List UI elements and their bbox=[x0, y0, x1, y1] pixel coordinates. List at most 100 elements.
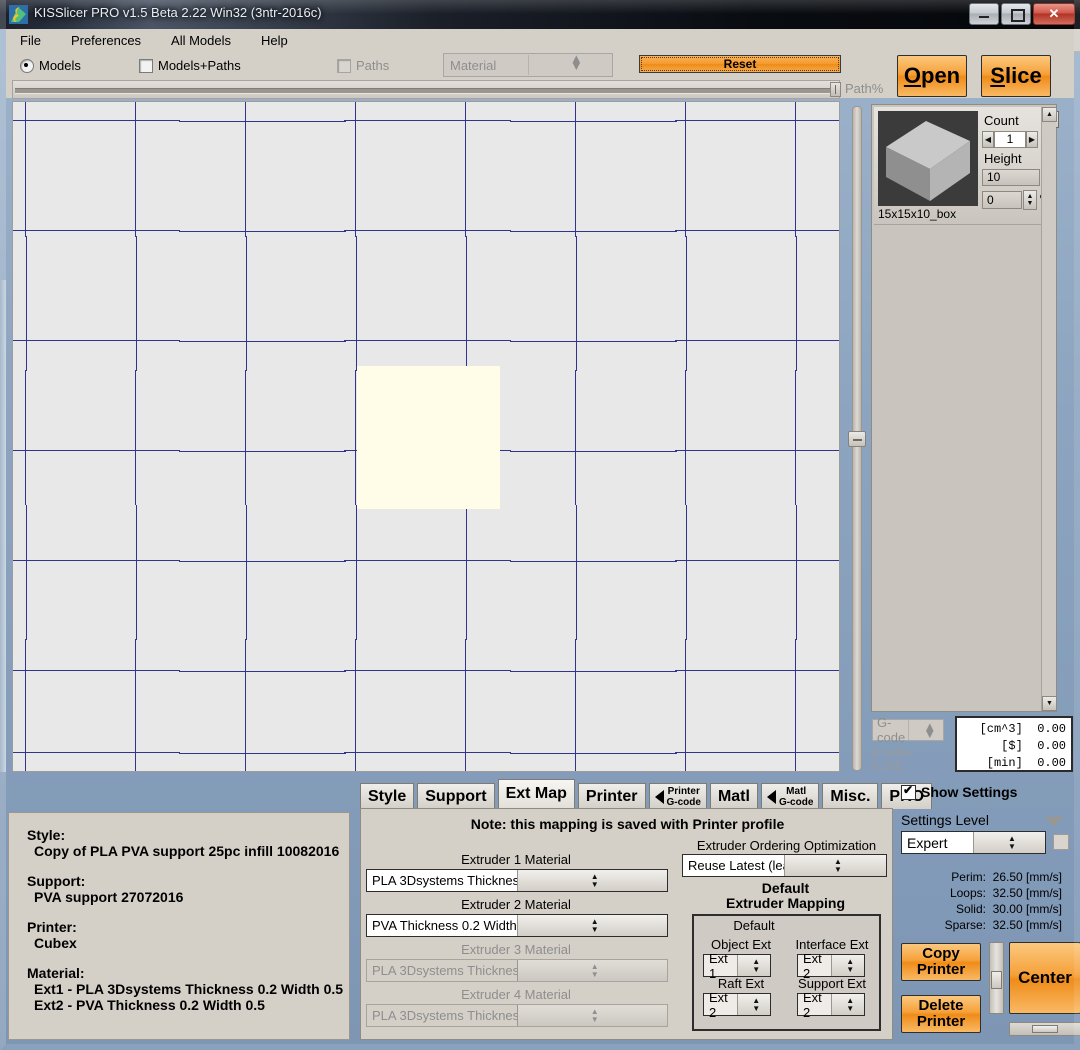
chevron-down-icon[interactable] bbox=[1045, 817, 1063, 826]
copy-printer-line1: Copy bbox=[922, 945, 960, 962]
checkbox-paths-label: Paths bbox=[356, 58, 390, 73]
menu-item-help[interactable]: Help bbox=[257, 32, 292, 49]
layer-slider-thumb[interactable] bbox=[848, 431, 866, 447]
support-group: Support: PVA support 27072016 bbox=[27, 873, 349, 905]
menu-item-all-models[interactable]: All Models bbox=[167, 32, 235, 49]
model-height-label: Height bbox=[984, 151, 1022, 166]
tab-matl[interactable]: Matl bbox=[709, 783, 758, 809]
tab-printer-gcode[interactable]: Printer G-code bbox=[648, 783, 707, 809]
gcode-dropdown[interactable]: G-code ▲ ▼ bbox=[872, 715, 944, 745]
extruder-2-material-dropdown[interactable]: PVA Thickness 0.2 Width 0.5 ▲▼ bbox=[366, 914, 668, 937]
tab-matl-gcode[interactable]: Matl G-code bbox=[760, 783, 820, 809]
radio-models-indicator bbox=[20, 58, 34, 73]
horizontal-mini-slider-thumb[interactable] bbox=[1032, 1025, 1058, 1033]
extruder-mapping-title-line1: Default bbox=[761, 880, 810, 896]
stat-cost: [$] 0.00 bbox=[979, 739, 1066, 753]
extruder-1-material-dropdown[interactable]: PLA 3Dsystems Thickness 0.2 Width 0.5 ▲▼ bbox=[366, 869, 668, 892]
raft-ext-spinner-icon[interactable]: ▲ ▼ bbox=[736, 994, 770, 1015]
center-button-label: Center bbox=[1018, 968, 1072, 987]
object-ext-spinner-icon[interactable]: ▲ ▼ bbox=[736, 955, 770, 976]
models-list-panel: 15x15x10_box Count ◀ 1 ▶ Height 10 0 ▲ ▼ … bbox=[871, 104, 1059, 712]
close-button[interactable]: ✕ bbox=[1033, 3, 1075, 25]
extruder-1-spinner-icon[interactable]: ▲ ▼ bbox=[516, 870, 667, 891]
speed-perim: Perim: 26.50 [mm/s] bbox=[947, 870, 1062, 884]
extruder-ordering-dropdown[interactable]: Reuse Latest (least time) ▲▼ bbox=[682, 854, 887, 877]
radio-models[interactable]: Models bbox=[20, 58, 81, 73]
object-ext-dropdown[interactable]: Ext 1 ▲ ▼ bbox=[703, 951, 771, 981]
path-percent-slider[interactable] bbox=[12, 80, 841, 99]
left-arrow-icon bbox=[654, 789, 664, 804]
settings-level-spinner-icon[interactable]: ▲ ▼ bbox=[973, 832, 1045, 853]
model-height-value[interactable]: 10 bbox=[982, 169, 1040, 186]
extruder-ordering-spinner-icon[interactable]: ▲ ▼ bbox=[784, 855, 886, 876]
settings-level-dropdown[interactable]: Expert ▲ ▼ bbox=[901, 831, 1046, 854]
open-button-accel: O bbox=[903, 63, 921, 88]
material-value-1: Ext1 - PLA 3Dsystems Thickness 0.2 Width… bbox=[34, 981, 344, 997]
support-ext-spinner-icon[interactable]: ▲ ▼ bbox=[830, 994, 864, 1015]
menu-item-file[interactable]: File bbox=[16, 32, 45, 49]
scroll-up-icon[interactable]: ▲ bbox=[1042, 107, 1057, 122]
viewport-left-edge bbox=[0, 280, 6, 772]
checkbox-paths[interactable]: Paths bbox=[337, 58, 389, 73]
path-slider-thumb[interactable] bbox=[830, 82, 841, 97]
checkbox-models-paths[interactable]: Models+Paths bbox=[139, 58, 241, 73]
open-button[interactable]: Open bbox=[897, 55, 967, 97]
slice-button[interactable]: Slice bbox=[981, 55, 1051, 97]
count-value[interactable]: 1 bbox=[994, 131, 1026, 148]
maximize-button[interactable] bbox=[1001, 3, 1031, 25]
tab-matl-gcode-line2: G-code bbox=[778, 796, 814, 808]
reset-button[interactable]: Reset bbox=[639, 55, 841, 73]
raft-ext-value: Ext 2 bbox=[709, 989, 728, 1020]
estimate-stats-box: [cm^3] 0.00 [$] 0.00 [min] 0.00 bbox=[955, 716, 1073, 772]
material-dropdown-spinner-icon: ▲ ▼ bbox=[527, 52, 613, 75]
title-bar: KISSlicer PRO v1.5 Beta 2.22 Win32 (3ntr… bbox=[0, 0, 1080, 29]
layer-height-slider[interactable] bbox=[848, 106, 866, 771]
model-rotation-input[interactable]: 0 bbox=[982, 191, 1022, 209]
tab-printer-gcode-line1: Printer bbox=[667, 785, 700, 797]
tab-ext-map[interactable]: Ext Map bbox=[497, 779, 575, 809]
count-decrement-icon[interactable]: ◀ bbox=[982, 131, 994, 148]
minimize-button[interactable] bbox=[969, 3, 999, 25]
extruder-4-material-label: Extruder 4 Material bbox=[461, 987, 571, 1002]
model-object-box[interactable] bbox=[357, 366, 500, 509]
radio-models-label: Models bbox=[39, 58, 81, 73]
extruder-ordering-label: Extruder Ordering Optimization bbox=[696, 838, 877, 853]
tab-style[interactable]: Style bbox=[360, 783, 415, 809]
menu-item-preferences[interactable]: Preferences bbox=[67, 32, 145, 49]
model-count-stepper[interactable]: ◀ 1 ▶ bbox=[982, 131, 1038, 148]
model-rotation-spinner-icon[interactable]: ▲ ▼ bbox=[1023, 190, 1037, 210]
support-ext-dropdown[interactable]: Ext 2 ▲ ▼ bbox=[797, 990, 865, 1020]
tab-misc[interactable]: Misc. bbox=[822, 783, 879, 809]
delete-printer-line1: Delete bbox=[918, 997, 964, 1014]
models-panel-scrollbar[interactable]: ▲ ▼ bbox=[1041, 107, 1057, 711]
copy-printer-button[interactable]: Copy Printer bbox=[901, 943, 981, 981]
settings-level-checkbox[interactable] bbox=[1053, 834, 1069, 850]
count-increment-icon[interactable]: ▶ bbox=[1026, 131, 1038, 148]
interface-ext-dropdown[interactable]: Ext 2 ▲ ▼ bbox=[797, 951, 865, 981]
tab-support[interactable]: Support bbox=[417, 783, 495, 809]
settings-level-label: Settings Level bbox=[901, 812, 989, 828]
copy-printer-line2: Printer bbox=[916, 961, 966, 978]
slice-button-accel: S bbox=[990, 63, 1005, 88]
vertical-mini-slider-thumb[interactable] bbox=[991, 971, 1002, 989]
show-settings-checkbox[interactable]: Show Settings bbox=[901, 783, 1017, 800]
extruder-4-spinner-icon: ▲ ▼ bbox=[516, 1005, 667, 1026]
horizontal-mini-slider[interactable] bbox=[1009, 1022, 1080, 1036]
vertical-mini-slider[interactable] bbox=[989, 942, 1004, 1014]
tab-printer[interactable]: Printer bbox=[577, 783, 646, 809]
extruder-4-material-dropdown: PLA 3Dsystems Thickness 0.1 Width 0.3 ▲▼ bbox=[366, 1004, 668, 1027]
support-ext-value: Ext 2 bbox=[803, 989, 822, 1020]
material-dropdown[interactable]: Material ▲ ▼ bbox=[443, 52, 613, 77]
material-value-2: Ext2 - PVA Thickness 0.2 Width 0.5 bbox=[34, 997, 265, 1013]
support-label: Support: bbox=[27, 873, 86, 889]
interface-ext-spinner-icon[interactable]: ▲ ▼ bbox=[830, 955, 864, 976]
extruder-2-material-value: PVA Thickness 0.2 Width 0.5 bbox=[372, 918, 517, 933]
build-plate-viewport[interactable] bbox=[12, 101, 840, 772]
model-list-item[interactable]: 15x15x10_box Count ◀ 1 ▶ Height 10 0 ▲ ▼ … bbox=[874, 107, 1059, 225]
scroll-down-icon[interactable]: ▼ bbox=[1042, 696, 1057, 711]
delete-printer-button[interactable]: Delete Printer bbox=[901, 995, 981, 1033]
extruder-4-material-value: PLA 3Dsystems Thickness 0.1 Width 0.3 bbox=[372, 1008, 517, 1023]
raft-ext-dropdown[interactable]: Ext 2 ▲ ▼ bbox=[703, 990, 771, 1020]
center-button[interactable]: Center bbox=[1009, 942, 1080, 1014]
extruder-2-spinner-icon[interactable]: ▲ ▼ bbox=[516, 915, 667, 936]
